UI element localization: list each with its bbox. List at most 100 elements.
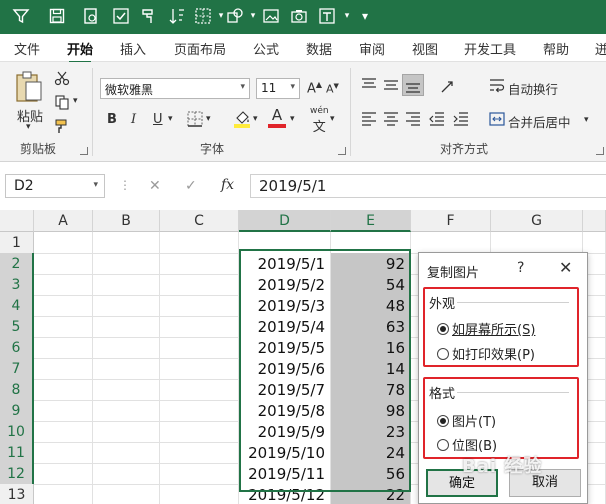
customize-icon[interactable]: ▾: [356, 7, 374, 25]
merge-center-button[interactable]: 合并后居中: [508, 112, 571, 131]
cell-e4[interactable]: 48: [331, 295, 411, 317]
cell-b2[interactable]: [93, 253, 160, 275]
cell-a7[interactable]: [34, 358, 93, 380]
tab-overflow[interactable]: 迸: [595, 39, 606, 58]
cell-b12[interactable]: [93, 463, 160, 485]
borders-ribbon-icon[interactable]: [186, 110, 204, 131]
tab-file[interactable]: 文件: [14, 39, 40, 58]
cell-a5[interactable]: [34, 316, 93, 338]
cell-d2[interactable]: 2019/5/1: [239, 253, 331, 275]
format-painter-icon[interactable]: [140, 7, 158, 25]
cell-c7[interactable]: [160, 358, 239, 380]
increase-font-icon[interactable]: A▲: [307, 80, 322, 96]
cell-e3[interactable]: 54: [331, 274, 411, 296]
tab-review[interactable]: 审阅: [359, 39, 385, 58]
shapes-icon[interactable]: [226, 7, 244, 25]
cell-b8[interactable]: [93, 379, 160, 401]
font-color-dropdown-icon[interactable]: ▾: [290, 114, 295, 124]
cell-c1[interactable]: [160, 232, 239, 254]
column-header-g[interactable]: G: [491, 210, 583, 232]
row-header-6[interactable]: 6: [0, 337, 34, 359]
cell-b1[interactable]: [93, 232, 160, 254]
align-center-icon[interactable]: [382, 110, 400, 131]
cell-d6[interactable]: 2019/5/5: [239, 337, 331, 359]
copy-icon[interactable]: [54, 94, 70, 113]
tab-help[interactable]: 帮助: [543, 39, 569, 58]
cell-d13[interactable]: 2019/5/12: [239, 484, 331, 504]
cell-d4[interactable]: 2019/5/3: [239, 295, 331, 317]
row-header-7[interactable]: 7: [0, 358, 34, 380]
tab-view[interactable]: 视图: [412, 39, 438, 58]
cell-a4[interactable]: [34, 295, 93, 317]
fill-dropdown-icon[interactable]: ▾: [253, 114, 258, 124]
cell-d9[interactable]: 2019/5/8: [239, 400, 331, 422]
alignment-launcher-icon[interactable]: [596, 147, 604, 155]
borders-dropdown-icon[interactable]: ▾: [206, 114, 211, 124]
decrease-font-icon[interactable]: A▼: [326, 82, 339, 96]
cell-c11[interactable]: [160, 442, 239, 464]
cell-d11[interactable]: 2019/5/10: [239, 442, 331, 464]
cell-b11[interactable]: [93, 442, 160, 464]
cancel-icon[interactable]: ✕: [149, 178, 161, 194]
copy-dropdown-icon[interactable]: ▾: [73, 96, 78, 106]
cell-a10[interactable]: [34, 421, 93, 443]
row-header-3[interactable]: 3: [0, 274, 34, 296]
borders-icon[interactable]: [194, 7, 212, 25]
cell-f1[interactable]: [411, 232, 491, 254]
italic-button[interactable]: I: [131, 112, 136, 127]
cell-d10[interactable]: 2019/5/9: [239, 421, 331, 443]
cell-e7[interactable]: 14: [331, 358, 411, 380]
cell-e13[interactable]: 22: [331, 484, 411, 504]
tab-formulas[interactable]: 公式: [253, 39, 279, 58]
column-header-a[interactable]: A: [34, 210, 93, 232]
row-header-10[interactable]: 10: [0, 421, 34, 443]
cell-a9[interactable]: [34, 400, 93, 422]
row-header-13[interactable]: 13: [0, 484, 34, 504]
name-box[interactable]: D2 ▾: [5, 174, 105, 198]
help-icon[interactable]: ?: [517, 260, 524, 276]
column-header-h[interactable]: [583, 210, 606, 232]
textbox-dropdown-icon[interactable]: ▾: [338, 7, 356, 25]
cell-b9[interactable]: [93, 400, 160, 422]
bold-button[interactable]: B: [107, 112, 117, 127]
merge-center-icon[interactable]: [488, 110, 506, 131]
wrap-text-icon[interactable]: [488, 76, 506, 97]
cell-e2[interactable]: 92: [331, 253, 411, 275]
cell-c6[interactable]: [160, 337, 239, 359]
close-icon[interactable]: ✕: [559, 258, 572, 277]
underline-button[interactable]: U: [153, 112, 163, 127]
cell-g1[interactable]: [491, 232, 583, 254]
cell-b4[interactable]: [93, 295, 160, 317]
textbox-icon[interactable]: [318, 7, 336, 25]
row-header-4[interactable]: 4: [0, 295, 34, 317]
font-size-select[interactable]: 11 ▾: [256, 78, 300, 99]
cell-c5[interactable]: [160, 316, 239, 338]
cell-h1[interactable]: [583, 232, 606, 254]
font-name-select[interactable]: 微软雅黑 ▾: [100, 78, 250, 99]
paste-dropdown-icon[interactable]: ▾: [26, 122, 31, 132]
save-icon[interactable]: [48, 7, 66, 25]
cell-e10[interactable]: 23: [331, 421, 411, 443]
cell-d7[interactable]: 2019/5/6: [239, 358, 331, 380]
cell-e6[interactable]: 16: [331, 337, 411, 359]
tab-page-layout[interactable]: 页面布局: [174, 39, 226, 58]
cell-b10[interactable]: [93, 421, 160, 443]
fill-color-icon[interactable]: [232, 108, 252, 131]
font-launcher-icon[interactable]: [338, 147, 346, 155]
align-bottom-button[interactable]: [402, 74, 424, 96]
clipboard-launcher-icon[interactable]: [80, 147, 88, 155]
cell-d12[interactable]: 2019/5/11: [239, 463, 331, 485]
phonetic-dropdown-icon[interactable]: ▾: [330, 114, 335, 124]
cell-b3[interactable]: [93, 274, 160, 296]
formula-bar-grip-icon[interactable]: ⋮: [119, 178, 131, 192]
decrease-indent-icon[interactable]: [428, 110, 446, 131]
column-header-e[interactable]: E: [331, 210, 411, 232]
cell-c2[interactable]: [160, 253, 239, 275]
spelling-icon[interactable]: [112, 7, 130, 25]
cell-e8[interactable]: 78: [331, 379, 411, 401]
radio-picture[interactable]: 图片(T): [437, 411, 496, 430]
cell-c13[interactable]: [160, 484, 239, 504]
cell-a6[interactable]: [34, 337, 93, 359]
cell-c3[interactable]: [160, 274, 239, 296]
formula-input[interactable]: 2019/5/1: [250, 174, 606, 198]
